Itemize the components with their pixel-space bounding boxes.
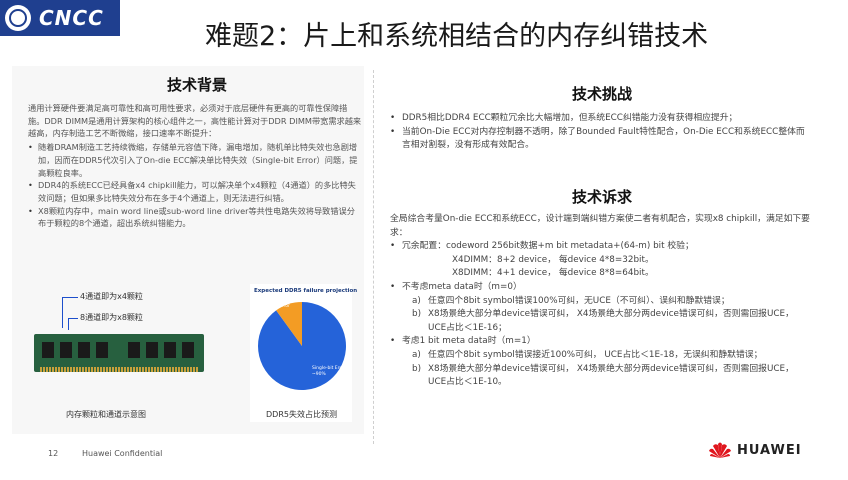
background-bullet-2: DDR4的系统ECC已经具备x4 chipkill能力，可以解决单个x4颗粒（4…	[28, 179, 362, 204]
case-m0-a: a) 任意四个8bit symbol错误100%可纠，无UCE（不可纠）、误纠和静…	[412, 295, 730, 306]
case-m1-b: b) X8场景绝大部分单device错误可纠， X4场景绝大部分两device错误…	[412, 363, 794, 388]
huawei-logo: HUAWEI	[708, 440, 802, 460]
cncc-logo: CNCC	[0, 0, 120, 36]
challenge-list: DDR5相比DDR4 ECC颗粒冗余比大幅增加，但系统ECC纠错能力没有获得相应…	[390, 112, 810, 153]
background-bullet-1: 随着DRAM制造工艺持续微缩，存储单元容值下降，漏电增加，随机单比特失效也急剧增…	[28, 141, 362, 179]
confidential-label: Huawei Confidential	[82, 449, 163, 458]
caption-module: 内存颗粒和通道示意图	[66, 410, 146, 419]
slide-title: 难题2：片上和系统相结合的内存纠错技术	[205, 21, 709, 52]
section-title-challenge: 技术挑战	[572, 85, 633, 103]
x4-bracket	[62, 297, 63, 328]
background-intro: 通用计算硬件要满足高可靠性和高可用性要求，必须对于底层硬件有更高的可靠性保障措施…	[28, 103, 362, 139]
case-m1-line: 考虑1 bit meta data时（m=1）	[390, 335, 810, 349]
huawei-brand-text: HUAWEI	[737, 442, 802, 458]
pie-label-single: Single-bit Error ~90%	[312, 366, 346, 377]
background-text-block: 通用计算硬件要满足高可靠性和高可用性要求，必须对于底层硬件有更高的可靠性保障措施…	[28, 102, 362, 230]
x8-bracket	[68, 318, 69, 330]
challenge-bullet-1: DDR5相比DDR4 ECC颗粒冗余比大幅增加，但系统ECC纠错能力没有获得相应…	[390, 112, 810, 126]
challenge-bullet-2: 当前On-Die ECC对内存控制器不透明，除了Bounded Fault特性配…	[390, 126, 810, 153]
caption-pie: DDR5失效占比预测	[266, 410, 337, 419]
x8-arrow	[68, 318, 78, 319]
annotation-x8: 8通道即为x8颗粒	[80, 313, 143, 322]
demand-block: 全局综合考量On-die ECC和系统ECC，设计端到端纠错方案使二者有机配合，…	[390, 213, 810, 390]
case-m0-b: b) X8场景绝大部分单device错误可纠， X4场景绝大部分两device错误…	[412, 309, 794, 333]
page-number: 12	[48, 449, 59, 458]
annotation-x4: 4通道即为x4颗粒	[80, 292, 143, 301]
demand-intro: 全局综合考量On-die ECC和系统ECC，设计端到端纠错方案使二者有机配合，…	[390, 214, 810, 238]
section-title-demand: 技术诉求	[572, 188, 633, 206]
cncc-logo-text: CNCC	[39, 6, 104, 30]
redundancy-x4: X4DIMM：8+2 device， 每device 4*8=32bit。	[452, 254, 654, 265]
case-m0-line: 不考虑meta data时（m=0）	[390, 281, 810, 295]
pie-label-multi: Multi-bit Error ~10%	[259, 304, 290, 315]
redundancy-x8: X8DIMM：4+1 device， 每device 8*8=64bit。	[452, 268, 654, 279]
memory-module-image	[34, 334, 204, 372]
redundancy-line: 冗余配置：codeword 256bit数据+m bit metadata+(6…	[390, 240, 810, 254]
background-bullet-3: X8颗粒内存中，main word line或sub-word line dri…	[28, 205, 362, 230]
pie-title: Expected DDR5 failure projection	[254, 288, 358, 294]
case-m1-a: a) 任意四个8bit symbol错误接近100%可纠， UCE占比＜1E-18…	[412, 349, 763, 360]
huawei-petal-icon	[709, 442, 731, 458]
column-divider	[373, 70, 374, 444]
cncc-emblem-icon	[5, 5, 31, 31]
section-title-background: 技术背景	[167, 76, 228, 94]
x4-arrow	[62, 297, 78, 298]
